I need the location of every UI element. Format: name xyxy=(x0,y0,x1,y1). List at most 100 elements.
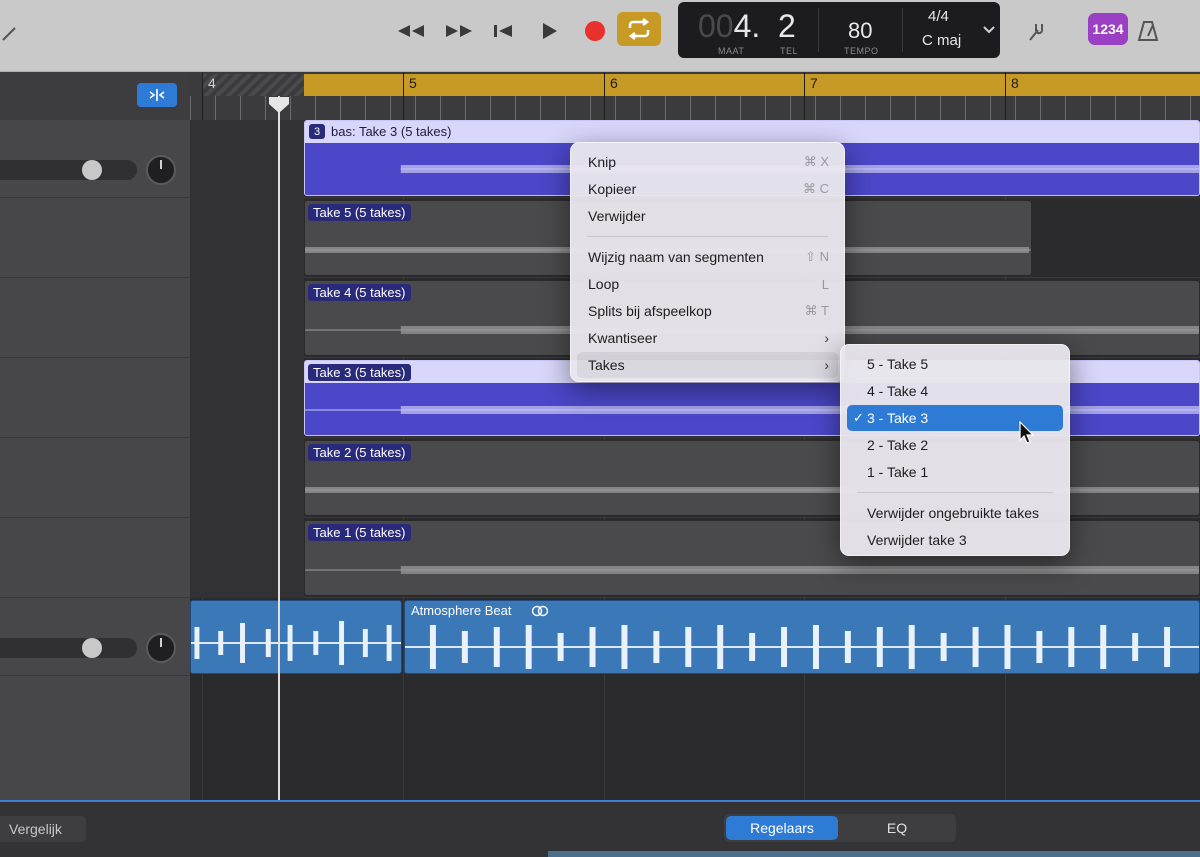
play-icon xyxy=(543,23,557,39)
menu-item-label: Loop xyxy=(588,276,620,292)
record-button[interactable] xyxy=(582,16,608,46)
menu-item-label: Takes xyxy=(588,357,625,373)
bar-number: 8 xyxy=(1011,75,1019,91)
menu-item-label: Kopieer xyxy=(588,181,637,197)
track-header-beat[interactable] xyxy=(0,598,190,676)
menu-item-split[interactable]: Splits bij afspeelkop ⌘ T xyxy=(577,298,838,324)
menu-item-label: Verwijder xyxy=(588,208,646,224)
menu-item-rename[interactable]: Wijzig naam van segmenten ⇧ N xyxy=(577,244,838,270)
pencil-icon[interactable] xyxy=(0,18,20,48)
delete-unused-takes[interactable]: Verwijder ongebruikte takes xyxy=(847,500,1063,526)
compare-button[interactable]: Vergelijk xyxy=(0,816,86,842)
playhead-handle[interactable] xyxy=(268,96,290,114)
submenu-take-5[interactable]: 5 - Take 5 xyxy=(847,351,1063,377)
fast-forward-button[interactable] xyxy=(444,16,474,46)
chevron-right-icon: › xyxy=(824,357,829,373)
control-bar: 004. 2 MAAT TEL 80 TEMPO 4/4 C maj 1234 xyxy=(0,0,1200,72)
rewind-icon xyxy=(398,25,424,37)
volume-slider[interactable] xyxy=(0,160,137,180)
menu-item-loop[interactable]: Loop L xyxy=(577,271,838,297)
menu-item-label: 3 - Take 3 xyxy=(867,410,929,426)
bar-number: 4 xyxy=(208,75,216,91)
take-lane-header xyxy=(0,198,190,278)
catch-button[interactable] xyxy=(137,83,177,107)
menu-item-label: 4 - Take 4 xyxy=(867,383,929,399)
tab-eq[interactable]: EQ xyxy=(840,816,954,840)
tuner-icon[interactable] xyxy=(1024,16,1050,46)
menu-item-label: Knip xyxy=(588,154,617,170)
menu-item-label: Splits bij afspeelkop xyxy=(588,303,712,319)
take-label: Take 3 (5 takes) xyxy=(308,364,411,381)
take-number-badge[interactable]: 3 xyxy=(309,124,325,139)
bar-number: 7 xyxy=(810,75,818,91)
bar-number: 6 xyxy=(610,75,618,91)
bar-number: 5 xyxy=(409,75,417,91)
bar-leading-digits: 00 xyxy=(698,8,734,44)
menu-item-knip[interactable]: Knip ⌘ X xyxy=(577,149,838,175)
record-icon xyxy=(585,21,605,41)
time-signature: 4/4 xyxy=(928,8,949,25)
metronome-icon[interactable] xyxy=(1136,16,1160,46)
volume-slider-knob[interactable] xyxy=(82,638,102,658)
menu-item-label: 1 - Take 1 xyxy=(867,464,929,480)
playhead[interactable] xyxy=(278,96,280,802)
tab-regelaars[interactable]: Regelaars xyxy=(726,816,838,840)
menu-shortcut: ⌘ C xyxy=(803,181,829,196)
menu-item-label: 5 - Take 5 xyxy=(867,356,929,372)
position-readout: 004. xyxy=(698,8,760,45)
pan-knob[interactable] xyxy=(146,633,176,663)
takes-submenu: 5 - Take 5 4 - Take 4 ✓ 3 - Take 3 2 - Ta… xyxy=(840,344,1070,556)
rewind-button[interactable] xyxy=(396,16,426,46)
menu-item-quantize[interactable]: Kwantiseer › xyxy=(577,325,838,351)
take-label: Take 5 (5 takes) xyxy=(308,204,411,221)
smart-controls-bar: Vergelijk Regelaars EQ xyxy=(0,802,1200,857)
chevron-right-icon: › xyxy=(824,330,829,346)
cycle-region[interactable] xyxy=(304,74,1200,96)
go-to-beginning-button[interactable] xyxy=(490,16,516,46)
volume-slider-knob[interactable] xyxy=(82,160,102,180)
ruler[interactable]: 4 5 6 7 8 xyxy=(190,72,1200,120)
beat-region[interactable]: Atmosphere Beat xyxy=(404,600,1200,674)
tel-label: TEL xyxy=(780,46,799,56)
fast-forward-icon xyxy=(446,25,472,37)
menu-item-label: 2 - Take 2 xyxy=(867,437,929,453)
menu-item-takes[interactable]: Takes › xyxy=(577,352,838,378)
take-lane-header xyxy=(0,358,190,438)
play-button[interactable] xyxy=(536,16,562,46)
loop-icon xyxy=(531,605,549,617)
track-headers xyxy=(0,72,190,802)
volume-slider[interactable] xyxy=(0,638,137,658)
take-label: Take 4 (5 takes) xyxy=(308,284,411,301)
collapse-icon xyxy=(149,89,165,101)
region-name: Atmosphere Beat xyxy=(411,603,512,618)
submenu-take-4[interactable]: 4 - Take 4 xyxy=(847,378,1063,404)
beat-value: 2 xyxy=(778,8,796,44)
take-lane-header xyxy=(0,278,190,358)
track-header-bass[interactable] xyxy=(0,120,190,198)
menu-item-label: Verwijder take 3 xyxy=(867,532,967,548)
tempo-label: TEMPO xyxy=(844,46,879,56)
chevron-down-icon[interactable] xyxy=(983,22,995,40)
lcd-display[interactable]: 004. 2 MAAT TEL 80 TEMPO 4/4 C maj xyxy=(678,2,1000,58)
menu-shortcut: ⇧ N xyxy=(805,249,829,264)
waveform xyxy=(405,625,1199,669)
menu-item-kopieer[interactable]: Kopieer ⌘ C xyxy=(577,176,838,202)
menu-shortcut: L xyxy=(821,276,829,292)
mouse-cursor-icon xyxy=(1019,421,1035,444)
submenu-take-1[interactable]: 1 - Take 1 xyxy=(847,459,1063,485)
take-lane-header xyxy=(0,438,190,518)
menu-item-verwijder[interactable]: Verwijder xyxy=(577,203,838,229)
take-lane-header xyxy=(0,518,190,598)
pan-knob[interactable] xyxy=(146,155,176,185)
beat-region-loop[interactable] xyxy=(190,600,402,674)
take-label: Take 1 (5 takes) xyxy=(308,524,411,541)
delete-take-3[interactable]: Verwijder take 3 xyxy=(847,527,1063,553)
cycle-button[interactable] xyxy=(617,12,661,46)
menu-item-label: Wijzig naam van segmenten xyxy=(588,249,764,265)
cycle-icon xyxy=(628,18,650,40)
bar-value: 4. xyxy=(733,8,761,44)
count-in-button[interactable]: 1234 xyxy=(1088,13,1128,45)
key-signature: C maj xyxy=(922,32,962,49)
waveform xyxy=(305,566,1199,574)
tempo-value: 80 xyxy=(848,18,873,43)
